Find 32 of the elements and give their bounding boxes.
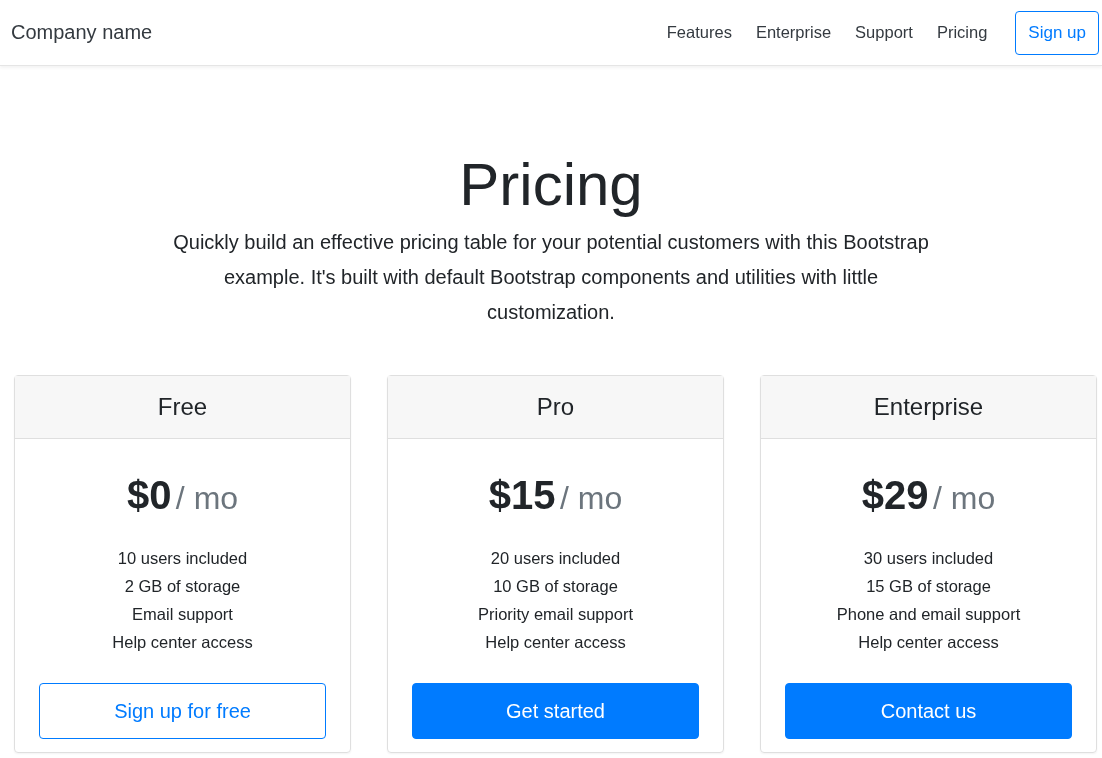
plan-price: $0 <box>126 473 172 517</box>
feature-item: Phone and email support <box>835 604 1022 625</box>
plan-name: Enterprise <box>873 393 984 421</box>
plan-price: $15 <box>488 473 556 517</box>
plan-name: Free <box>157 393 208 421</box>
price-period: / mo <box>933 480 996 516</box>
feature-item: 2 GB of storage <box>123 576 242 597</box>
feature-item: Help center access <box>484 632 627 653</box>
feature-item: Priority email support <box>477 604 634 625</box>
plan-button[interactable]: Contact us <box>785 683 1072 739</box>
brand-name: Company name <box>11 21 153 44</box>
nav-link[interactable]: Support <box>855 23 913 42</box>
nav-link[interactable]: Features <box>666 23 732 42</box>
page-title: Pricing <box>459 150 643 220</box>
sign-up-button[interactable]: Sign up <box>1015 10 1099 55</box>
feature-item: 10 GB of storage <box>492 576 619 597</box>
feature-item: Help center access <box>857 632 1000 653</box>
feature-item: 15 GB of storage <box>865 576 992 597</box>
price-period: / mo <box>560 480 623 516</box>
plan-name: Pro <box>536 393 575 421</box>
feature-item: 30 users included <box>862 548 995 569</box>
nav-link[interactable]: Enterprise <box>755 23 832 42</box>
plan-button[interactable]: Get started <box>412 683 699 739</box>
plan-button[interactable]: Sign up for free <box>39 683 326 739</box>
plan-price: $29 <box>861 473 929 517</box>
feature-item: 10 users included <box>116 548 249 569</box>
lead-paragraph: Quickly build an effective pricing table for your potential customers with this Bootstrap example. It's built with default Bootstrap components and utilities with little customization. <box>172 230 930 325</box>
feature-item: Help center access <box>111 632 254 653</box>
feature-item: 20 users included <box>489 548 622 569</box>
nav-link[interactable]: Pricing <box>936 23 988 42</box>
price-period: / mo <box>175 480 239 516</box>
feature-item: Email support <box>131 604 234 625</box>
